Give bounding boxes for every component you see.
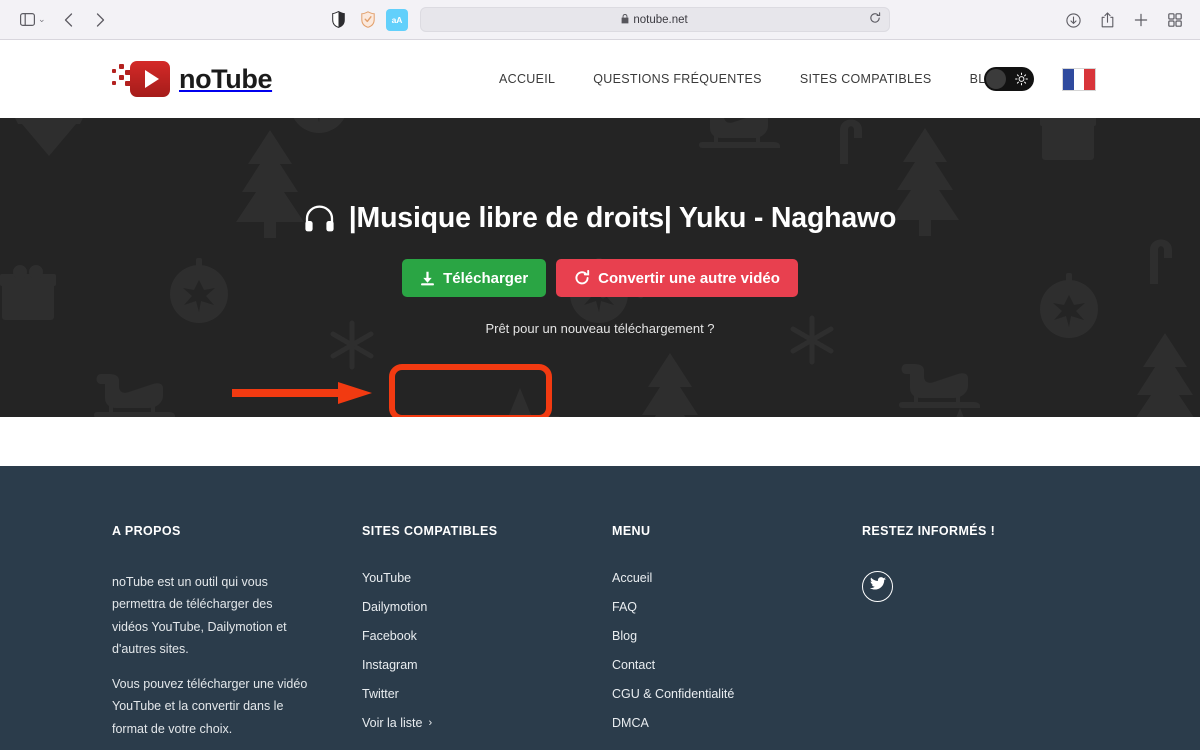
browser-extensions: aA <box>328 8 408 31</box>
shield-icon[interactable] <box>357 9 379 31</box>
browser-nav-controls: ⌄ <box>0 7 116 33</box>
sidebar-toggle-group[interactable]: ⌄ <box>12 7 52 33</box>
footer-link-blog[interactable]: Blog <box>612 629 862 643</box>
footer-link-dmca[interactable]: DMCA <box>612 716 862 730</box>
dark-mode-toggle[interactable] <box>984 67 1034 91</box>
social-link-twitter[interactable] <box>862 571 893 602</box>
language-selector-flag-fr[interactable] <box>1062 67 1096 91</box>
content-spacer <box>0 417 1200 466</box>
footer-link-faq[interactable]: FAQ <box>612 600 862 614</box>
chevron-down-icon[interactable]: ⌄ <box>38 14 46 25</box>
footer-link-facebook[interactable]: Facebook <box>362 629 612 643</box>
footer-column-menu: MENU Accueil FAQ Blog Contact CGU & Conf… <box>612 524 862 750</box>
footer-title-sites: SITES COMPATIBLES <box>362 524 498 538</box>
video-title-text: |Musique libre de droits| Yuku - Naghawo <box>348 202 897 234</box>
footer-link-youtube[interactable]: YouTube <box>362 571 612 585</box>
main-navigation: ACCUEIL QUESTIONS FRÉQUENTES SITES COMPA… <box>499 72 1006 86</box>
footer-link-accueil[interactable]: Accueil <box>612 571 862 585</box>
footer-title-social: RESTEZ INFORMÉS ! <box>862 524 996 538</box>
nav-item-sites-compatibles[interactable]: SITES COMPATIBLES <box>800 72 932 86</box>
hero-action-buttons: Télécharger Convertir une autre vidéo <box>402 259 798 297</box>
headphones-icon <box>304 204 335 233</box>
footer-column-social: RESTEZ INFORMÉS ! <box>862 524 1112 750</box>
page-title: |Musique libre de droits| Yuku - Naghawo <box>304 202 896 235</box>
footer-column-about: A PROPOS noTube est un outil qui vous pe… <box>112 524 362 750</box>
reader-mode-icon[interactable]: aA <box>385 8 408 31</box>
share-icon[interactable] <box>1092 7 1122 33</box>
nav-item-accueil[interactable]: ACCUEIL <box>499 72 555 86</box>
site-header: noTube ACCUEIL QUESTIONS FRÉQUENTES SITE… <box>0 40 1200 118</box>
notube-logo-icon <box>112 59 170 99</box>
footer-link-cgu[interactable]: CGU & Confidentialité <box>612 687 862 701</box>
nav-item-faq[interactable]: QUESTIONS FRÉQUENTES <box>593 72 762 86</box>
tab-overview-icon[interactable] <box>1160 7 1190 33</box>
new-tab-icon[interactable] <box>1126 7 1156 33</box>
chevron-right-icon: › <box>428 717 433 729</box>
reload-icon[interactable] <box>869 11 881 29</box>
sun-icon <box>1015 72 1028 86</box>
footer-title-about: A PROPOS <box>112 524 181 538</box>
forward-button[interactable] <box>86 7 116 33</box>
voir-la-liste-label: Voir la liste <box>362 716 423 730</box>
footer-columns: A PROPOS noTube est un outil qui vous pe… <box>0 466 1200 750</box>
convert-button-label: Convertir une autre vidéo <box>598 269 780 287</box>
footer-link-dailymotion[interactable]: Dailymotion <box>362 600 612 614</box>
browser-toolbar: ⌄ aA notube.net <box>0 0 1200 40</box>
site-footer: A PROPOS noTube est un outil qui vous pe… <box>0 466 1200 750</box>
footer-title-menu: MENU <box>612 524 651 538</box>
footer-link-twitter[interactable]: Twitter <box>362 687 612 701</box>
back-button[interactable] <box>54 7 84 33</box>
about-paragraph-1: noTube est un outil qui vous permettra d… <box>112 575 287 656</box>
contrast-icon[interactable] <box>328 9 350 31</box>
downloads-icon[interactable] <box>1058 7 1088 33</box>
toggle-knob <box>986 69 1006 89</box>
browser-actions <box>1058 0 1190 40</box>
svg-text:aA: aA <box>391 15 402 25</box>
lock-icon <box>621 13 629 26</box>
footer-link-voir-la-liste[interactable]: Voir la liste › <box>362 716 612 730</box>
download-icon <box>420 271 435 286</box>
url-display: notube.net <box>621 13 688 26</box>
hero-subtitle: Prêt pour un nouveau téléchargement ? <box>485 321 715 336</box>
site-logo[interactable]: noTube <box>112 59 272 99</box>
refresh-icon <box>574 269 590 286</box>
address-bar[interactable]: notube.net <box>419 7 890 32</box>
footer-link-instagram[interactable]: Instagram <box>362 658 612 672</box>
header-controls <box>984 67 1096 91</box>
hero-content: |Musique libre de droits| Yuku - Naghawo… <box>0 118 1200 417</box>
url-text: notube.net <box>633 13 688 26</box>
hero-section: |Musique libre de droits| Yuku - Naghawo… <box>0 118 1200 417</box>
twitter-icon <box>869 577 886 596</box>
convert-another-video-button[interactable]: Convertir une autre vidéo <box>556 259 798 297</box>
about-paragraph-2: Vous pouvez télécharger une vidéo YouTub… <box>112 677 308 736</box>
download-button-label: Télécharger <box>443 269 529 287</box>
download-button[interactable]: Télécharger <box>402 259 547 297</box>
footer-link-contact[interactable]: Contact <box>612 658 862 672</box>
footer-column-sites: SITES COMPATIBLES YouTube Dailymotion Fa… <box>362 524 612 750</box>
logo-text: noTube <box>179 63 273 94</box>
